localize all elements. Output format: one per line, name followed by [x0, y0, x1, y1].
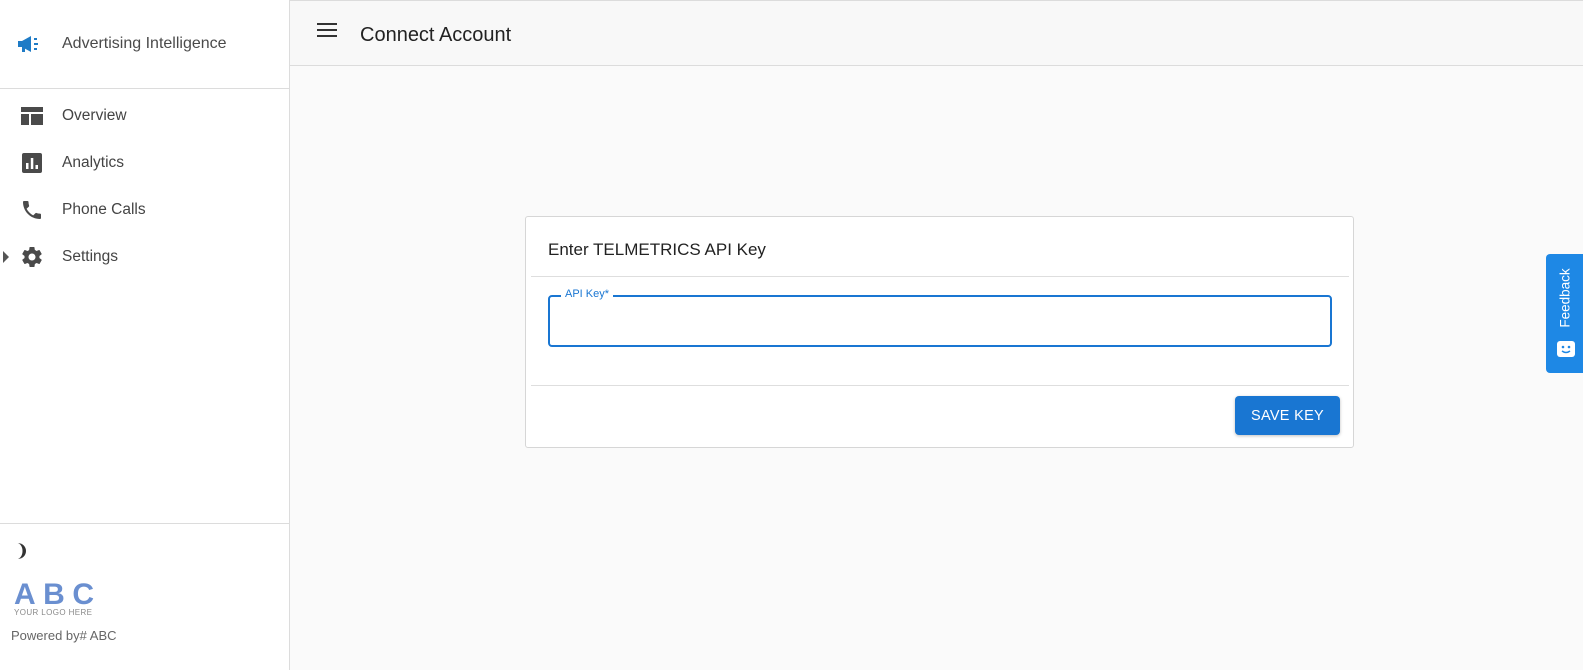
gear-icon	[22, 247, 42, 268]
feedback-tab[interactable]: Feedback	[1546, 254, 1583, 373]
page-title: Connect Account	[360, 24, 512, 46]
sidebar-footer: ABC YOUR LOGO HERE Powered by# ABC	[0, 523, 289, 670]
expand-arrow-icon[interactable]	[3, 251, 9, 263]
svg-text:YOUR LOGO HERE: YOUR LOGO HERE	[14, 608, 92, 617]
api-key-label: API Key*	[561, 288, 614, 300]
sidebar-item-label: Analytics	[62, 154, 125, 171]
api-key-field[interactable]: API Key*	[548, 288, 1332, 347]
dashboard-icon	[21, 107, 43, 125]
sidebar: Advertising Intelligence Overview Analyt…	[0, 0, 290, 670]
sidebar-item-label: Settings	[62, 248, 119, 265]
feedback-smile-icon	[1557, 341, 1575, 357]
api-key-input[interactable]	[562, 309, 1318, 335]
powered-by-text: Powered by# ABC	[11, 628, 117, 643]
brand-title: Advertising Intelligence	[62, 35, 227, 52]
top-bar: Connect Account	[290, 0, 1583, 66]
feedback-label: Feedback	[1557, 268, 1572, 328]
analytics-icon	[22, 153, 42, 173]
divider	[531, 276, 1349, 277]
moon-icon[interactable]	[13, 542, 29, 560]
sidebar-item-phone-calls[interactable]: Phone Calls	[0, 187, 289, 234]
sidebar-item-settings[interactable]: Settings	[0, 234, 289, 281]
svg-text:ABC: ABC	[14, 578, 93, 611]
divider	[531, 385, 1349, 386]
card-title: Enter TELMETRICS API Key	[548, 240, 766, 259]
brand-header[interactable]: Advertising Intelligence	[0, 0, 290, 89]
sidebar-item-overview[interactable]: Overview	[0, 93, 289, 140]
app-root: Advertising Intelligence Overview Analyt…	[0, 0, 1583, 670]
megaphone-icon	[18, 36, 38, 52]
phone-icon	[23, 201, 41, 219]
sidebar-item-label: Overview	[62, 107, 127, 124]
sidebar-item-label: Phone Calls	[62, 201, 146, 218]
api-key-card: Enter TELMETRICS API Key API Key* SAVE K…	[525, 216, 1354, 448]
hamburger-menu-icon[interactable]	[317, 23, 339, 45]
company-logo: ABC YOUR LOGO HERE	[14, 578, 95, 617]
sidebar-item-analytics[interactable]: Analytics	[0, 140, 289, 187]
save-key-button[interactable]: SAVE KEY	[1235, 396, 1340, 435]
sidebar-nav: Overview Analytics Phone Calls Settings	[0, 93, 289, 281]
